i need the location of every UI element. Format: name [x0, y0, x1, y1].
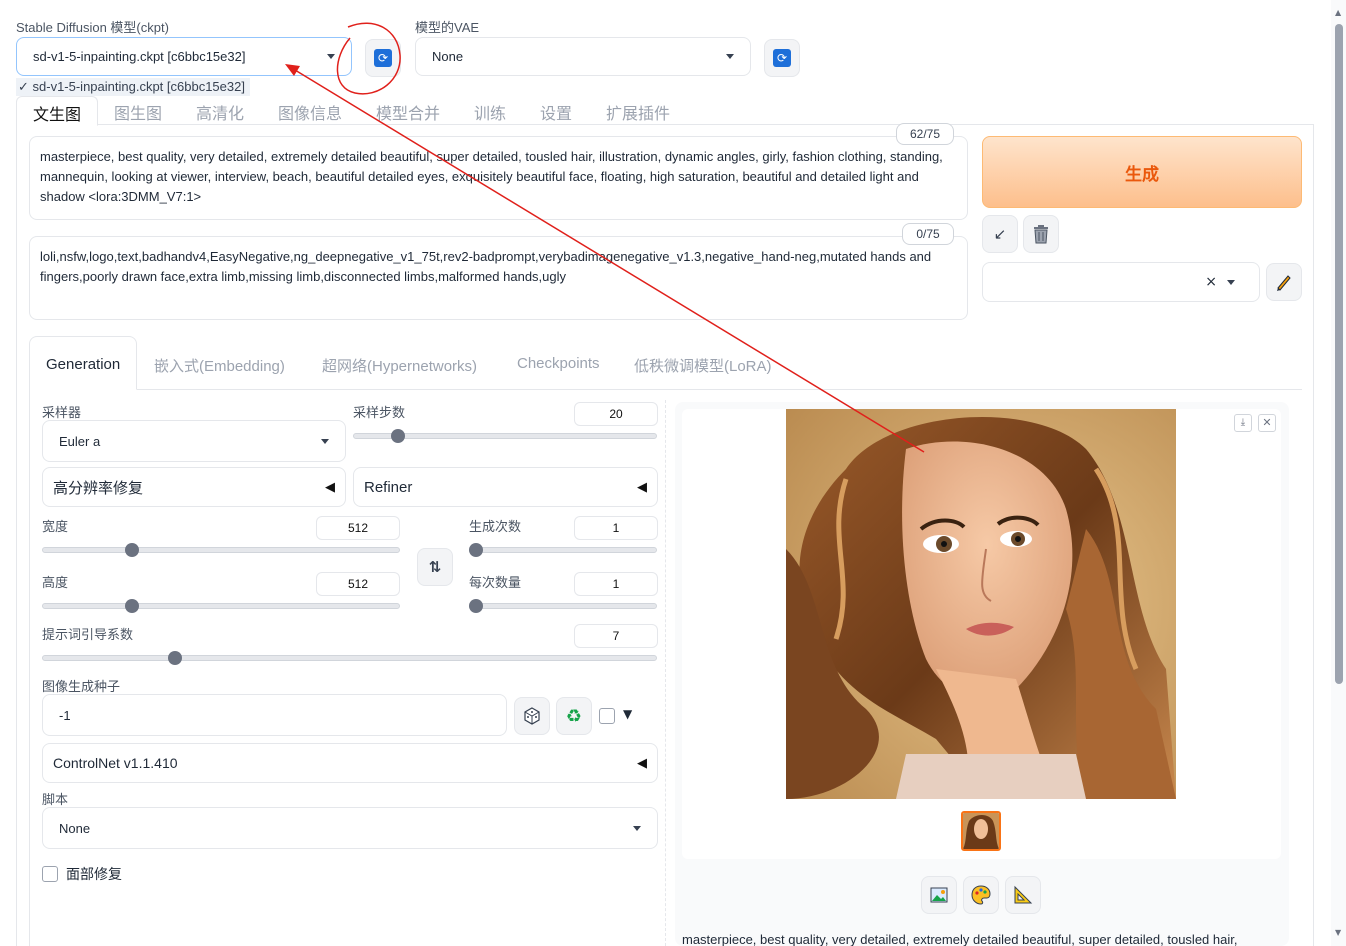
- annotation-arrow-line: [294, 69, 925, 453]
- annotation-circle: [336, 22, 401, 95]
- annotation-overlay: [285, 22, 925, 453]
- annotation-arrowhead: [285, 64, 300, 76]
